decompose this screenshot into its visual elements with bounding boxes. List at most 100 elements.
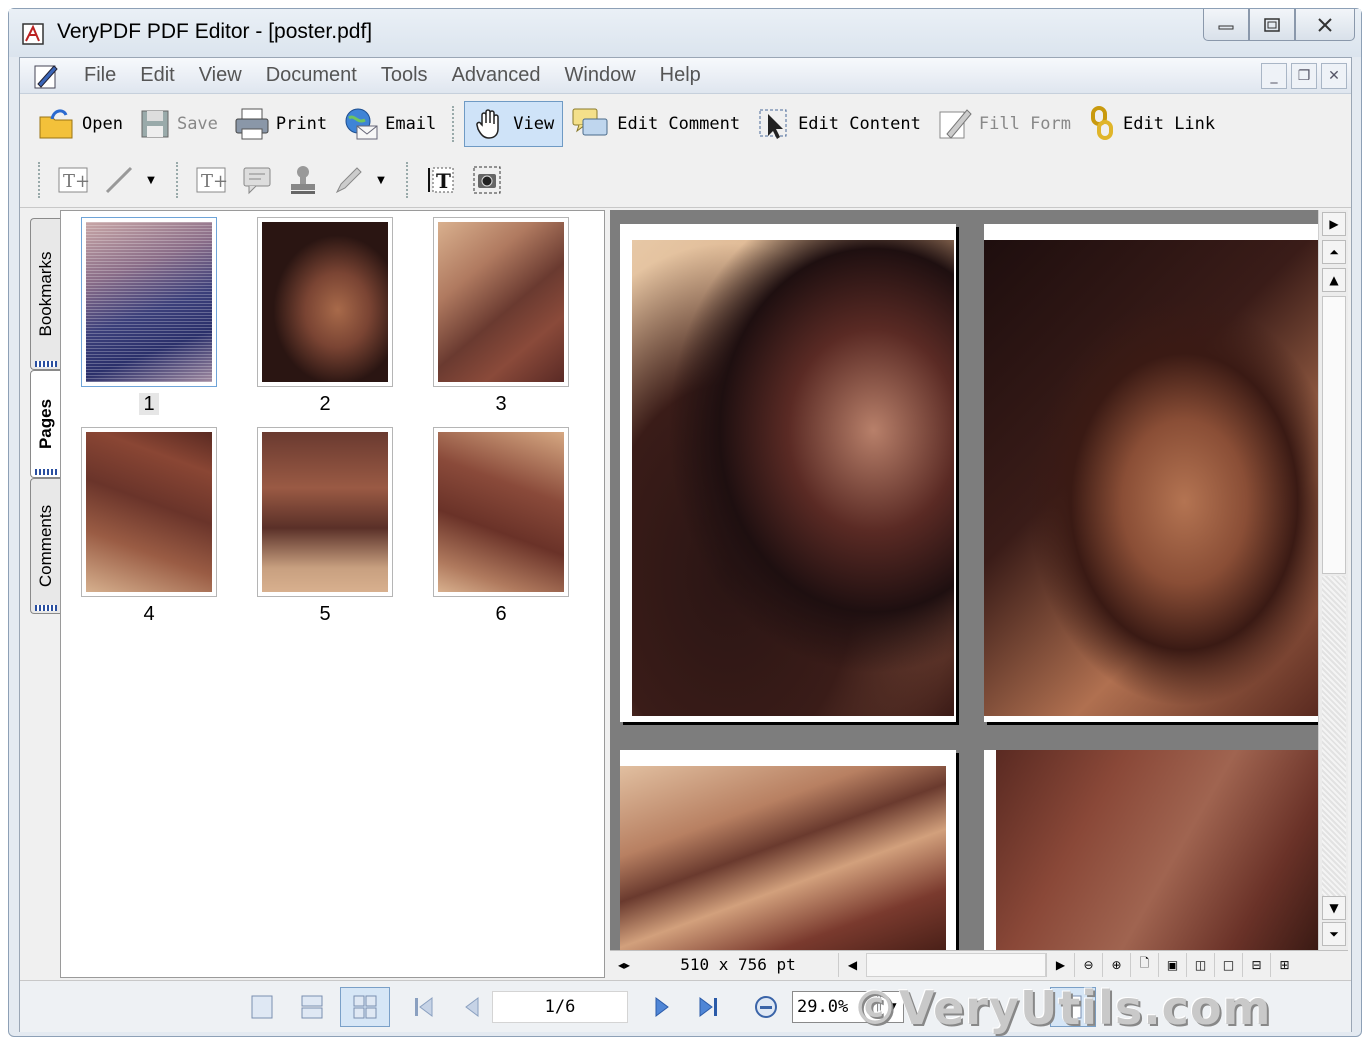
toolbar-grip (176, 162, 180, 198)
first-page-icon[interactable]: ⏶ (1322, 240, 1346, 264)
thumbnail-label: 1 (81, 393, 217, 416)
single-page-view-icon[interactable] (242, 987, 282, 1027)
continuous-view-icon[interactable] (292, 987, 332, 1027)
svg-text:T+: T+ (201, 171, 227, 192)
scroll-track[interactable] (1322, 576, 1346, 896)
page-thumbnail-1[interactable] (81, 217, 217, 387)
tab-comments[interactable]: Comments (30, 478, 60, 614)
textbox-icon[interactable]: T+ (188, 160, 234, 200)
tab-pages[interactable]: Pages (30, 370, 60, 478)
close-button[interactable] (1295, 9, 1355, 41)
menu-tools[interactable]: Tools (369, 64, 440, 87)
link-chain-icon (1091, 106, 1114, 140)
previous-page-icon[interactable] (452, 987, 492, 1027)
select-cursor-icon (759, 109, 787, 139)
title-bar: VeryPDF PDF Editor - [poster.pdf] (9, 9, 1361, 57)
edit-content-button[interactable]: Edit Content (748, 101, 929, 147)
edit-content-label: Edit Content (798, 114, 921, 134)
child-close-button[interactable]: ✕ (1321, 63, 1347, 89)
email-button[interactable]: Email (335, 101, 444, 147)
thumbnail-image (438, 432, 564, 592)
thumbnail-label: 2 (319, 393, 331, 415)
scroll-up-icon[interactable]: ▲ (1322, 268, 1346, 292)
maximize-button[interactable] (1249, 9, 1295, 41)
edit-link-button[interactable]: Edit Link (1079, 101, 1223, 147)
last-page-icon[interactable]: ⏷ (1322, 922, 1346, 946)
last-page-nav-icon[interactable] (688, 987, 728, 1027)
scroll-left-icon[interactable]: ◀ (838, 952, 866, 977)
page-thumbnail-3[interactable] (433, 217, 569, 387)
chevron-down-icon[interactable]: ▼ (372, 160, 390, 200)
view-button[interactable]: View (464, 101, 564, 147)
fit-visible-icon[interactable]: ◫ (1186, 952, 1214, 977)
document-viewer[interactable] (610, 210, 1318, 950)
page-thumbnails-panel: 1 2 3 4 5 6 (60, 210, 605, 978)
menu-advanced[interactable]: Advanced (440, 64, 553, 87)
menu-view[interactable]: View (187, 64, 254, 87)
split-view-icon[interactable]: ◂▸ (610, 953, 638, 977)
single-page-icon[interactable]: □ (1214, 952, 1242, 977)
play-forward-icon[interactable]: ▶ (1322, 212, 1346, 236)
edit-comment-label: Edit Comment (617, 114, 741, 134)
stamp-icon[interactable] (280, 160, 326, 200)
facing-icon[interactable]: ⊞ (1270, 952, 1298, 977)
text-select-icon[interactable]: T (418, 160, 464, 200)
print-button[interactable]: Print (226, 101, 335, 147)
menu-document[interactable]: Document (254, 64, 369, 87)
fill-form-button[interactable]: Fill Form (929, 101, 1079, 147)
thumbnail-label: 4 (143, 603, 155, 625)
menu-file[interactable]: File (72, 64, 128, 87)
annotation-toolbar: T+ ▼ T+ ▼ T (20, 152, 1351, 208)
child-minimize-button[interactable]: _ (1261, 63, 1287, 89)
minimize-button[interactable] (1203, 9, 1249, 41)
tab-bookmarks[interactable]: Bookmarks (30, 218, 60, 370)
facing-view-icon[interactable] (340, 987, 390, 1027)
print-label: Print (275, 114, 328, 134)
scroll-thumb[interactable] (1322, 296, 1346, 574)
page-number-input[interactable]: 1/6 (492, 991, 628, 1023)
menu-edit[interactable]: Edit (128, 64, 186, 87)
tab-bookmarks-label: Bookmarks (35, 251, 55, 337)
fit-page-icon[interactable]: ▣ (1158, 952, 1186, 977)
scroll-down-icon[interactable]: ▼ (1322, 896, 1346, 920)
zoom-in-small-icon[interactable]: ⊕ (1102, 952, 1130, 977)
next-page-icon[interactable] (642, 987, 682, 1027)
open-button[interactable]: Open (30, 101, 131, 147)
edit-comment-button[interactable]: Edit Comment (563, 101, 748, 147)
open-label: Open (82, 114, 123, 134)
tab-marker (35, 361, 57, 367)
page-thumbnail-4[interactable] (81, 427, 217, 597)
menu-window[interactable]: Window (553, 64, 648, 87)
continuous-icon[interactable]: ⊟ (1242, 952, 1270, 977)
note-icon[interactable] (234, 160, 280, 200)
horizontal-scrollbar[interactable] (866, 952, 1046, 977)
line-tool-icon[interactable] (96, 160, 142, 200)
zoom-out-icon[interactable] (746, 987, 786, 1027)
page-thumbnail-5[interactable] (257, 427, 393, 597)
menu-help[interactable]: Help (648, 64, 713, 87)
toolbar-grip (38, 162, 42, 198)
thumbnail-image (438, 222, 564, 382)
status-row: ◂▸ 510 x 756 pt ◀ ▶ ⊖ ⊕ 🗋 ▣ ◫ □ ⊟ ⊞ (610, 950, 1348, 978)
add-text-icon[interactable]: T+ (50, 160, 96, 200)
snapshot-icon[interactable] (464, 160, 510, 200)
app-window: VeryPDF PDF Editor - [poster.pdf] File E… (8, 8, 1362, 1037)
first-page-nav-icon[interactable] (404, 987, 444, 1027)
zoom-out-small-icon[interactable]: ⊖ (1074, 952, 1102, 977)
thumbnail-image (262, 432, 388, 592)
pencil-icon[interactable] (326, 160, 372, 200)
pdf-page-4 (984, 750, 1318, 950)
chevron-down-icon[interactable]: ▼ (142, 160, 160, 200)
app-icon (22, 23, 44, 45)
vertical-scrollbar[interactable]: ▶ ⏶ ▲ ▼ ⏷ (1318, 210, 1348, 950)
svg-text:T: T (436, 169, 451, 193)
page-thumbnail-2[interactable] (257, 217, 393, 387)
actual-size-icon[interactable]: 🗋 (1130, 952, 1158, 977)
save-button[interactable]: Save (131, 101, 226, 147)
scroll-right-icon[interactable]: ▶ (1046, 952, 1074, 977)
page-thumbnail-6[interactable] (433, 427, 569, 597)
child-restore-button[interactable]: ❐ (1291, 63, 1317, 89)
email-globe-icon (345, 108, 378, 140)
page-photo (632, 240, 954, 716)
open-folder-icon (39, 109, 73, 139)
